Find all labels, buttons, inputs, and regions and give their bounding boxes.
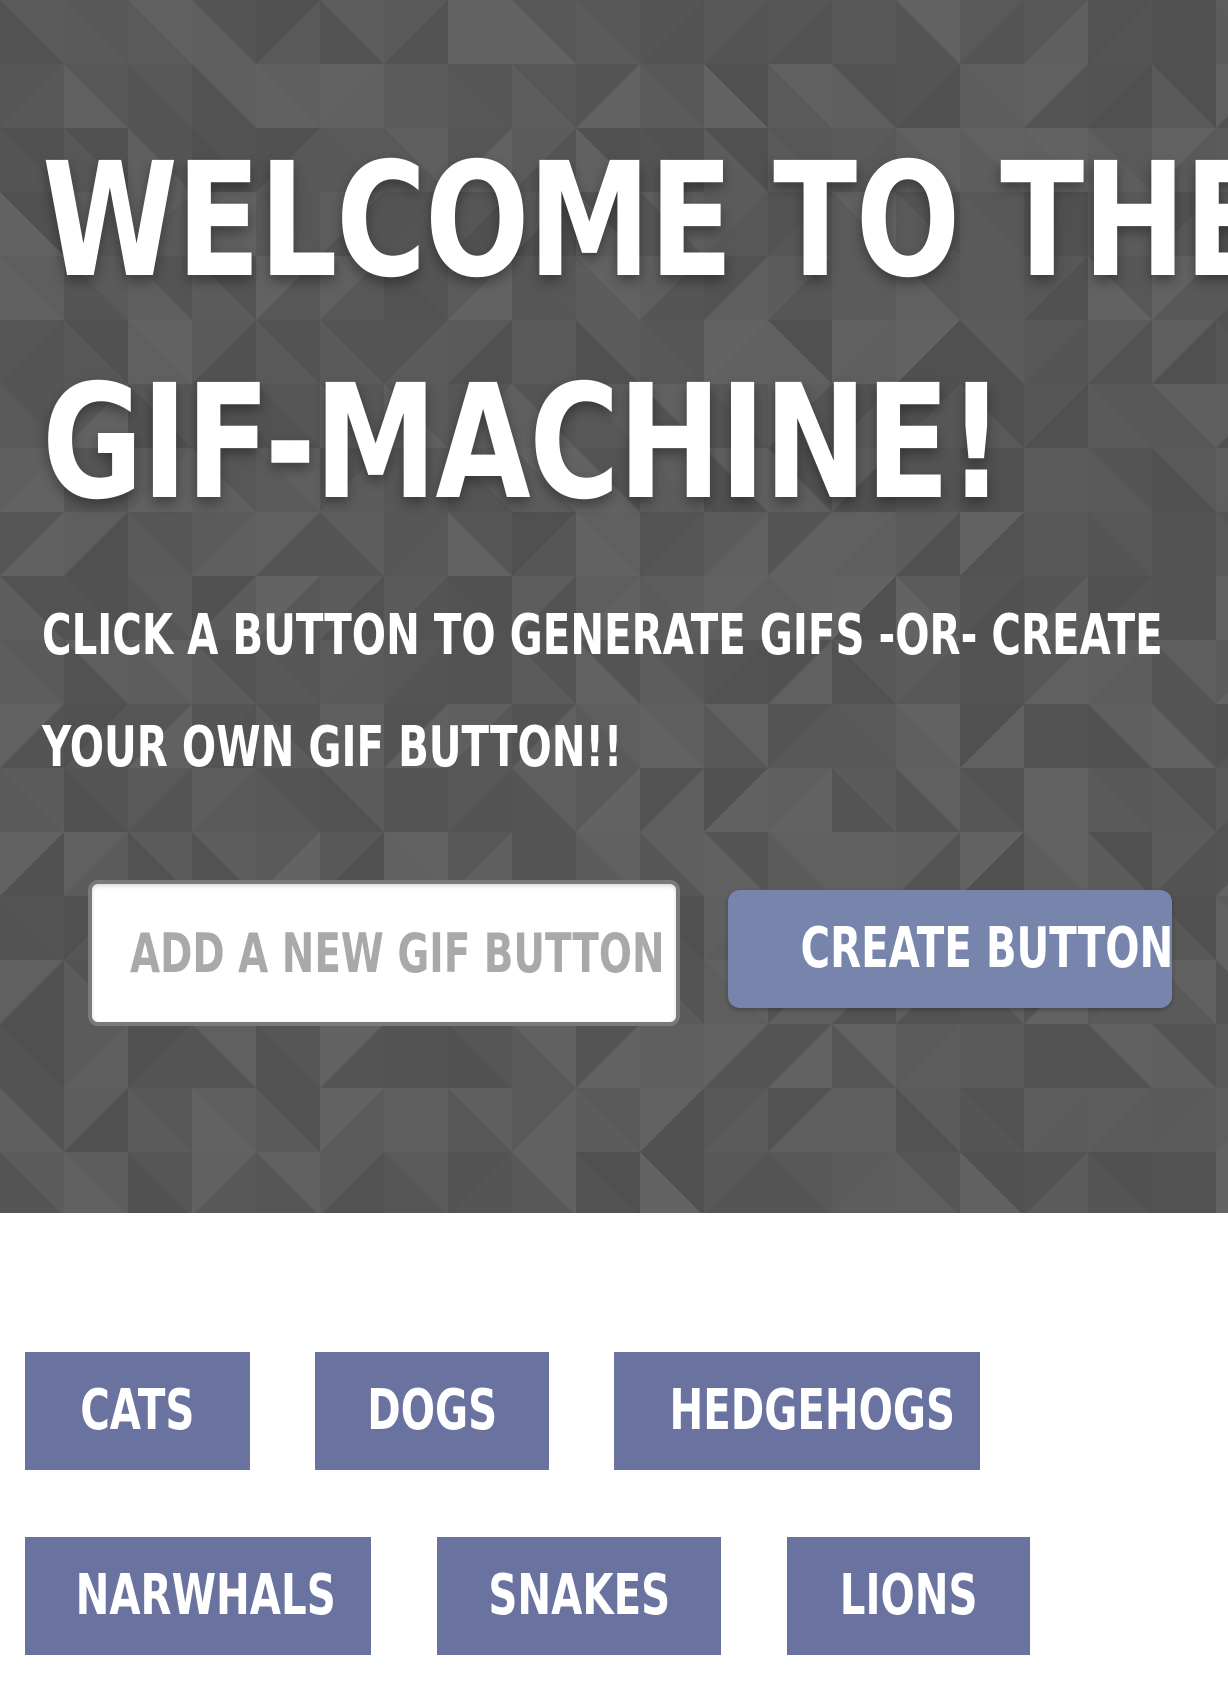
hero-section: WELCOME TO THE GIF-MACHINE! CLICK A BUTT… (0, 0, 1228, 1213)
gif-button-cats[interactable]: CATS (25, 1352, 250, 1470)
page-subtitle-line-2: YOUR OWN GIF BUTTON!! (42, 715, 623, 780)
gif-button-list: CATS DOGS HEDGEHOGS NARWHALS SNAKES LION… (0, 1213, 1228, 1682)
gif-button-label: SNAKES (488, 1563, 670, 1628)
gif-button-label: LIONS (839, 1563, 978, 1628)
create-button[interactable]: CREATE BUTTON (728, 890, 1174, 1008)
page-title: WELCOME TO THE GIF-MACHINE! (42, 110, 1228, 554)
page-subtitle-line-1: CLICK A BUTTON TO GENERATE GIFS -OR- CRE… (42, 603, 1163, 668)
gif-button-label: NARWHALS (75, 1563, 336, 1628)
gif-button-narwhals[interactable]: NARWHALS (25, 1537, 371, 1655)
create-button-label: CREATE BUTTON (800, 916, 1174, 981)
gif-button-dogs[interactable]: DOGS (315, 1352, 549, 1470)
gif-button-hedgehogs[interactable]: HEDGEHOGS (614, 1352, 980, 1470)
gif-button-lions[interactable]: LIONS (787, 1537, 1030, 1655)
gif-button-label: CATS (80, 1378, 195, 1443)
page-title-line-2: GIF-MACHINE! (42, 351, 1004, 535)
page-title-line-1: WELCOME TO THE (42, 129, 1228, 313)
page-subtitle: CLICK A BUTTON TO GENERATE GIFS -OR- CRE… (42, 580, 1163, 804)
new-gif-button-input[interactable] (88, 880, 680, 1026)
gif-button-snakes[interactable]: SNAKES (437, 1537, 721, 1655)
gif-button-label: HEDGEHOGS (669, 1378, 956, 1443)
gif-button-label: DOGS (367, 1378, 497, 1443)
